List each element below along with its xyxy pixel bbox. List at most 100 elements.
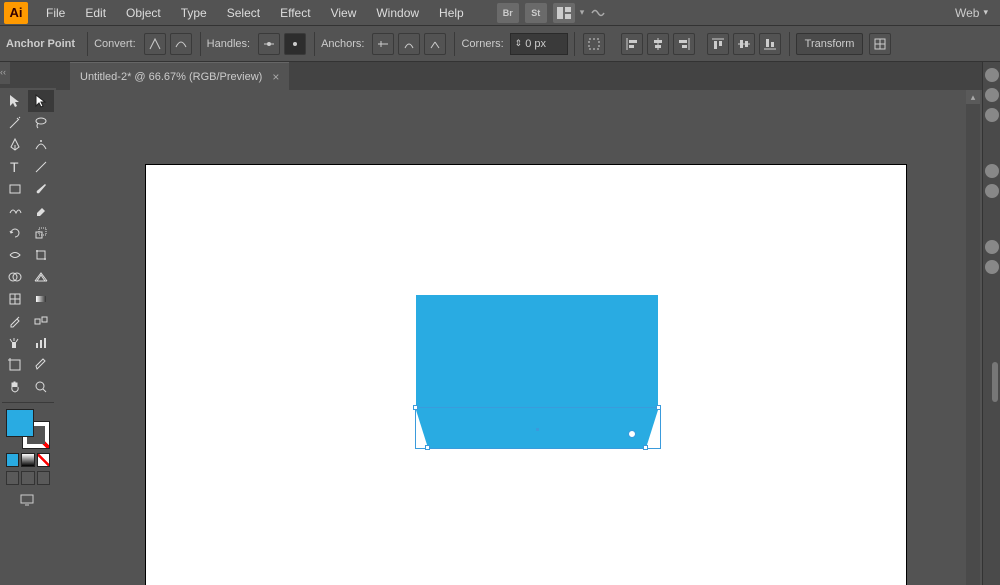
- panel-resize-handle[interactable]: [992, 362, 998, 402]
- free-transform-tool[interactable]: [28, 244, 54, 266]
- anchor-point[interactable]: [413, 405, 418, 410]
- menu-select[interactable]: Select: [217, 6, 270, 20]
- pen-tool[interactable]: [2, 134, 28, 156]
- align-right-button[interactable]: [673, 33, 695, 55]
- column-graph-tool[interactable]: [28, 332, 54, 354]
- align-hcenter-button[interactable]: [647, 33, 669, 55]
- slice-tool[interactable]: [28, 354, 54, 376]
- shaper-tool[interactable]: [2, 200, 28, 222]
- anchor-point[interactable]: [643, 445, 648, 450]
- eyedropper-tool[interactable]: [2, 310, 28, 332]
- width-tool[interactable]: [2, 244, 28, 266]
- gradient-tool[interactable]: [28, 288, 54, 310]
- menu-help[interactable]: Help: [429, 6, 474, 20]
- chevron-down-icon[interactable]: ▾: [580, 7, 585, 18]
- blend-tool[interactable]: [28, 310, 54, 332]
- anchor-point[interactable]: [425, 445, 430, 450]
- isolate-button[interactable]: [583, 33, 605, 55]
- corners-input[interactable]: ⇕ 0 px: [510, 33, 568, 55]
- center-point: [536, 428, 539, 431]
- lasso-tool[interactable]: [28, 112, 54, 134]
- shape-object[interactable]: [416, 295, 658, 450]
- gradient-mode-button[interactable]: [21, 453, 34, 467]
- perspective-grid-tool[interactable]: [28, 266, 54, 288]
- vertical-scrollbar[interactable]: ▴: [966, 90, 980, 585]
- shape-builder-tool[interactable]: [2, 266, 28, 288]
- transform-each-button[interactable]: [869, 33, 891, 55]
- right-panel-dock[interactable]: [982, 62, 1000, 585]
- menu-effect[interactable]: Effect: [270, 6, 320, 20]
- draw-normal-button[interactable]: [6, 471, 19, 485]
- draw-behind-button[interactable]: [21, 471, 34, 485]
- hand-tool[interactable]: [2, 376, 28, 398]
- close-tab-button[interactable]: ×: [272, 70, 279, 84]
- control-bar: Anchor Point Convert: Handles: Anchors: …: [0, 26, 1000, 62]
- arrange-docs-button[interactable]: [553, 3, 575, 23]
- remove-anchor-button[interactable]: [372, 33, 394, 55]
- scroll-up-button[interactable]: ▴: [966, 90, 980, 104]
- panel-icon[interactable]: [985, 164, 999, 178]
- menu-view[interactable]: View: [321, 6, 367, 20]
- color-mode-button[interactable]: [6, 453, 19, 467]
- selection-tool[interactable]: [2, 90, 28, 112]
- menu-edit[interactable]: Edit: [75, 6, 116, 20]
- scale-tool[interactable]: [28, 222, 54, 244]
- symbol-sprayer-tool[interactable]: [2, 332, 28, 354]
- hide-handles-button[interactable]: [284, 33, 306, 55]
- eraser-tool[interactable]: [28, 200, 54, 222]
- type-tool[interactable]: T: [2, 156, 28, 178]
- panel-icon[interactable]: [985, 68, 999, 82]
- anchor-point[interactable]: [656, 405, 661, 410]
- menu-type[interactable]: Type: [171, 6, 217, 20]
- menu-file[interactable]: File: [36, 6, 75, 20]
- artboard[interactable]: [146, 165, 906, 585]
- canvas-area[interactable]: [56, 90, 980, 585]
- rectangle-tool[interactable]: [2, 178, 28, 200]
- direct-selection-tool[interactable]: [28, 90, 54, 112]
- stepper-icon[interactable]: ⇕: [515, 38, 523, 49]
- workspace-switcher[interactable]: Web ▾: [947, 6, 996, 20]
- zoom-tool[interactable]: [28, 376, 54, 398]
- document-tab[interactable]: Untitled-2* @ 66.67% (RGB/Preview) ×: [70, 62, 289, 90]
- magic-wand-tool[interactable]: [2, 112, 28, 134]
- panel-icon[interactable]: [985, 108, 999, 122]
- align-left-button[interactable]: [621, 33, 643, 55]
- handles-label: Handles:: [207, 38, 250, 50]
- stock-button[interactable]: St: [525, 3, 547, 23]
- transform-button[interactable]: Transform: [796, 33, 864, 55]
- paintbrush-tool[interactable]: [28, 178, 54, 200]
- align-bottom-button[interactable]: [759, 33, 781, 55]
- convert-corner-button[interactable]: [144, 33, 166, 55]
- convert-label: Convert:: [94, 38, 136, 50]
- screen-mode-button[interactable]: [18, 493, 38, 511]
- show-handles-button[interactable]: [258, 33, 280, 55]
- mesh-tool[interactable]: [2, 288, 28, 310]
- draw-inside-button[interactable]: [37, 471, 50, 485]
- panel-icon[interactable]: [985, 184, 999, 198]
- artboard-tool[interactable]: [2, 354, 28, 376]
- gpu-preview-icon[interactable]: [587, 3, 609, 23]
- app-logo: Ai: [4, 2, 28, 24]
- control-mode-label: Anchor Point: [6, 38, 75, 50]
- curvature-tool[interactable]: [28, 134, 54, 156]
- align-top-button[interactable]: [707, 33, 729, 55]
- fill-swatch[interactable]: [6, 409, 34, 437]
- panel-icon[interactable]: [985, 260, 999, 274]
- none-mode-button[interactable]: [37, 453, 50, 467]
- connect-anchor-button[interactable]: [398, 33, 420, 55]
- cut-anchor-button[interactable]: [424, 33, 446, 55]
- rotate-tool[interactable]: [2, 222, 28, 244]
- menu-object[interactable]: Object: [116, 6, 171, 20]
- line-tool[interactable]: [28, 156, 54, 178]
- panel-icon[interactable]: [985, 88, 999, 102]
- panel-collapse-handle[interactable]: [0, 62, 10, 84]
- live-corner-widget[interactable]: [628, 430, 636, 438]
- bridge-button[interactable]: Br: [497, 3, 519, 23]
- convert-smooth-button[interactable]: [170, 33, 192, 55]
- align-vcenter-button[interactable]: [733, 33, 755, 55]
- document-tab-title: Untitled-2* @ 66.67% (RGB/Preview): [80, 71, 262, 83]
- menu-window[interactable]: Window: [366, 6, 429, 20]
- workspace-label: Web: [955, 6, 979, 20]
- fill-stroke-swatch[interactable]: [6, 409, 50, 449]
- panel-icon[interactable]: [985, 240, 999, 254]
